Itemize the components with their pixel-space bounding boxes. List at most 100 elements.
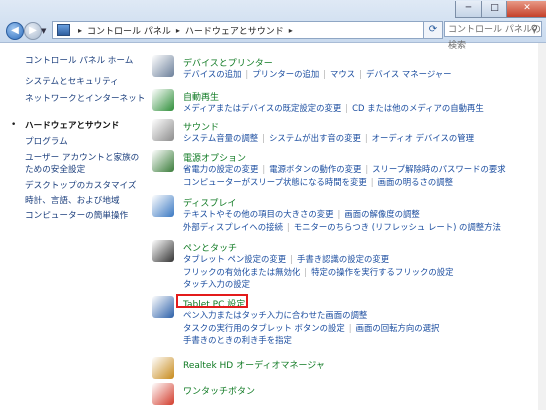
power-icon (152, 150, 174, 172)
link-divider: | (370, 176, 374, 187)
current-item-bullet: • (11, 120, 17, 130)
link-row: デバイスの追加 | プリンターの追加 | マウス | デバイス マネージャー (183, 68, 543, 81)
link-divider: | (337, 209, 341, 219)
task-link[interactable]: オーディオ デバイスの管理 (372, 133, 474, 143)
task-link[interactable]: フリックの有効化または無効化 (183, 267, 300, 277)
task-link[interactable]: タブレット ペン設定の変更 (183, 254, 286, 264)
link-divider: | (262, 133, 265, 143)
back-arrow-icon: ◀ (11, 25, 19, 36)
search-icon: ⚲ (530, 24, 538, 35)
category-links: テキストやその他の項目の大きさの変更 | 画面の解像度の調整 外部ディスプレイへの接続… (183, 208, 543, 233)
display-icon (152, 195, 174, 217)
task-link[interactable]: スリープ解除時のパスワードの要求 (372, 164, 506, 174)
link-row: タッチ入力の設定 (183, 278, 543, 291)
link-divider: | (359, 69, 362, 79)
forward-arrow-icon: ▶ (29, 25, 37, 36)
onetouch-icon (152, 383, 174, 405)
sidebar-item-home[interactable]: コントロール パネル ホーム (25, 55, 133, 67)
category-links: メディアまたはデバイスの既定設定の変更 | CD または他のメディアの自動再生 (183, 102, 543, 115)
link-divider: | (364, 133, 368, 143)
category-title[interactable]: ワンタッチボタン (183, 384, 255, 397)
category-links: システム音量の調整 | システムが出す音の変更 | オーディオ デバイスの管理 (183, 132, 543, 145)
task-link[interactable]: デバイスの追加 (183, 69, 241, 79)
task-link[interactable]: プリンターの追加 (252, 69, 319, 79)
refresh-button[interactable]: ⟳ (423, 21, 443, 39)
task-link[interactable]: モニターのちらつき (リフレッシュ レート) の調整方法 (294, 222, 501, 232)
breadcrumb-separator[interactable]: ▸ (176, 26, 180, 35)
breadcrumb-control-panel[interactable]: コントロール パネル (87, 24, 171, 37)
category-links: ペン入力またはタッチ入力に合わせた画面の調整 タスクの実行用のタブレット ボタンの… (183, 309, 543, 347)
task-link[interactable]: 手書き認識の設定の変更 (297, 254, 389, 264)
task-link[interactable]: 外部ディスプレイへの接続 (183, 222, 283, 232)
realtek-icon (152, 357, 174, 379)
minimize-button[interactable]: ─ (455, 1, 482, 18)
task-link[interactable]: システム音量の調整 (183, 133, 258, 143)
task-link[interactable]: コンピューターがスリープ状態になる時間を変更 (183, 177, 367, 187)
link-divider: | (348, 322, 352, 333)
task-link[interactable]: デバイス マネージャー (366, 69, 452, 79)
sidebar-item-user-accounts-line2[interactable]: ための安全設定 (25, 164, 85, 176)
link-divider: | (323, 69, 327, 79)
breadcrumb-hardware-sound[interactable]: ハードウェアとサウンド (185, 24, 284, 37)
breadcrumb-separator[interactable]: ▸ (78, 26, 82, 35)
sidebar-item-programs[interactable]: プログラム (25, 136, 68, 148)
autoplay-icon (152, 89, 174, 111)
link-row: コンピューターがスリープ状態になる時間を変更 | 画面の明るさの調整 (183, 176, 543, 189)
task-link[interactable]: マウス (330, 69, 355, 79)
link-row: 手書きのときの利き手を指定 (183, 334, 543, 347)
forward-button[interactable]: ▶ (24, 22, 42, 40)
link-row: システム音量の調整 | システムが出す音の変更 | オーディオ デバイスの管理 (183, 132, 543, 145)
pen-icon (152, 240, 174, 262)
task-link[interactable]: 特定の操作を実行するフリックの設定 (311, 267, 453, 277)
category-links: デバイスの追加 | プリンターの追加 | マウス | デバイス マネージャー (183, 68, 543, 81)
task-link[interactable]: システムが出す音の変更 (269, 133, 361, 143)
link-divider: | (290, 254, 293, 264)
link-divider: | (286, 221, 290, 232)
sidebar-item-user-accounts[interactable]: ユーザー アカウントと家族の (25, 152, 139, 164)
category-title[interactable]: Realtek HD オーディオマネージャ (183, 358, 325, 371)
close-button[interactable]: ✕ (506, 1, 546, 18)
highlight-box (176, 294, 248, 308)
task-link[interactable]: タッチ入力の設定 (183, 279, 250, 289)
task-link[interactable]: 画面の明るさの調整 (378, 177, 453, 187)
sidebar-item-security[interactable]: システムとセキュリティ (25, 76, 119, 88)
link-divider: | (262, 164, 266, 174)
category-links: タブレット ペン設定の変更 | 手書き認識の設定の変更フリックの有効化または無効化 |… (183, 253, 543, 291)
link-divider: | (304, 266, 308, 277)
sidebar-item-desktop[interactable]: デスクトップのカスタマイズ (25, 180, 136, 192)
link-row: テキストやその他の項目の大きさの変更 | 画面の解像度の調整 (183, 208, 543, 221)
task-link[interactable]: 手書きのときの利き手を指定 (183, 335, 292, 345)
breadcrumb-separator[interactable]: ▸ (289, 26, 293, 35)
back-button[interactable]: ◀ (6, 22, 24, 40)
link-row: 外部ディスプレイへの接続 | モニターのちらつき (リフレッシュ レート) の調整方… (183, 221, 543, 234)
link-row: フリックの有効化または無効化 | 特定の操作を実行するフリックの設定 (183, 266, 543, 279)
sidebar: コントロール パネル ホーム システムとセキュリティ ネットワークとインターネッ… (0, 43, 145, 410)
address-bar[interactable]: ▸ コントロール パネル ▸ ハードウェアとサウンド ▸ (52, 21, 424, 39)
link-row: メディアまたはデバイスの既定設定の変更 | CD または他のメディアの自動再生 (183, 102, 543, 115)
task-link[interactable]: 画面の回転方向の選択 (356, 323, 440, 333)
task-link[interactable]: 電源ボタンの動作の変更 (269, 164, 361, 174)
control-panel-icon (57, 24, 70, 36)
task-link[interactable]: 画面の解像度の調整 (344, 209, 419, 219)
sidebar-item-ease-of-access[interactable]: コンピューターの簡単操作 (25, 210, 128, 222)
link-divider: | (245, 69, 249, 79)
link-row: 省電力の設定の変更 | 電源ボタンの動作の変更 | スリープ解除時のパスワードの要求 (183, 163, 543, 176)
task-link[interactable]: ペン入力またはタッチ入力に合わせた画面の調整 (183, 310, 367, 320)
task-link[interactable]: テキストやその他の項目の大きさの変更 (183, 209, 334, 219)
link-row: タブレット ペン設定の変更 | 手書き認識の設定の変更 (183, 253, 543, 266)
task-link[interactable]: タスクの実行用のタブレット ボタンの設定 (183, 323, 345, 333)
scrollbar[interactable] (538, 43, 546, 410)
search-input[interactable]: コントロール パネルの検索 ⚲ (444, 21, 542, 51)
link-row: ペン入力またはタッチ入力に合わせた画面の調整 (183, 309, 543, 322)
recent-pages-dropdown[interactable]: ▼ (41, 27, 46, 35)
sidebar-item-hardware-current: ハードウェアとサウンド (25, 121, 120, 131)
sidebar-item-network[interactable]: ネットワークとインターネット (25, 93, 145, 105)
tablet-icon (152, 296, 174, 318)
task-link[interactable]: メディアまたはデバイスの既定設定の変更 (183, 103, 341, 113)
link-divider: | (365, 164, 369, 174)
task-link[interactable]: CD または他のメディアの自動再生 (352, 103, 484, 113)
sidebar-item-clock-region[interactable]: 時計、言語、および地域 (25, 195, 120, 207)
category-links: 省電力の設定の変更 | 電源ボタンの動作の変更 | スリープ解除時のパスワードの要求 コン… (183, 163, 543, 188)
task-link[interactable]: 省電力の設定の変更 (183, 164, 258, 174)
maximize-button[interactable]: □ (481, 1, 508, 18)
